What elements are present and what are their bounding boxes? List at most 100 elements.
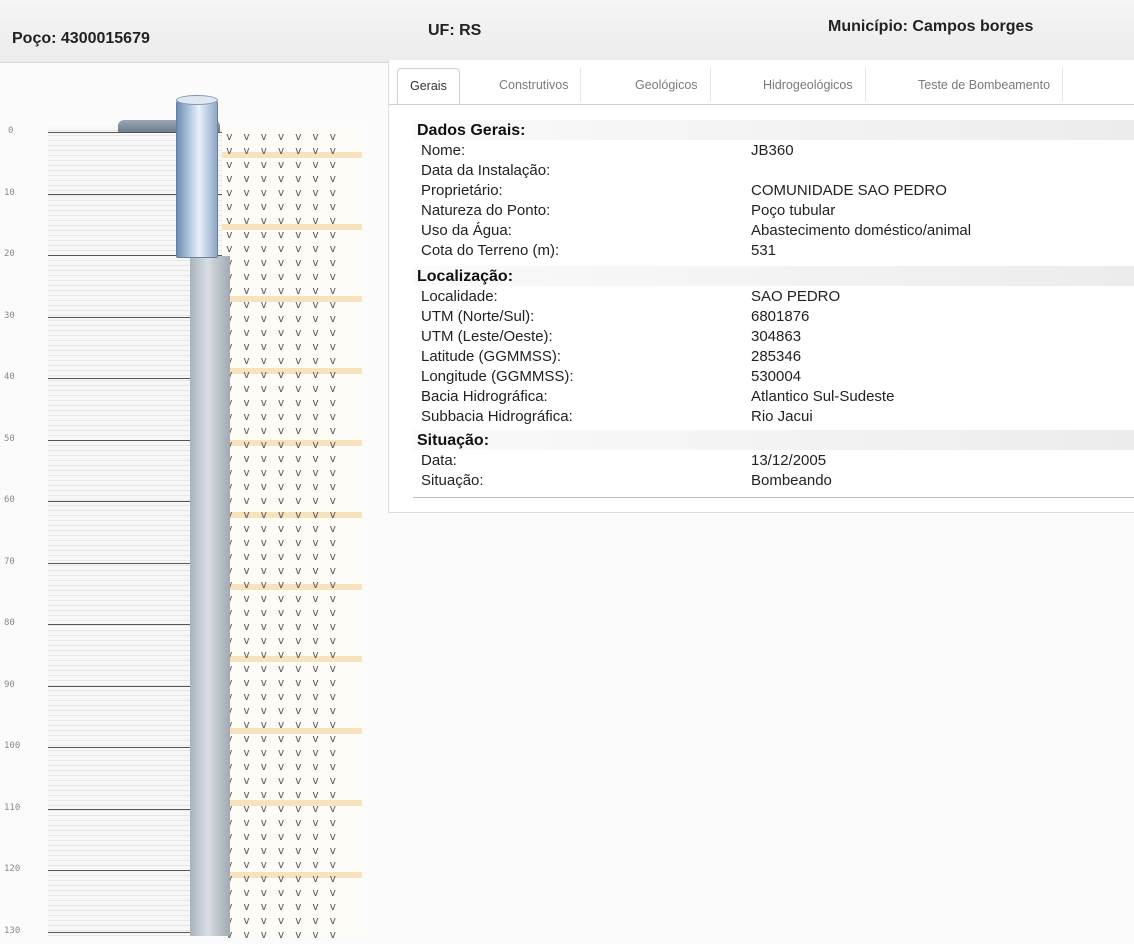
- depth-tick-label: 70: [4, 556, 15, 567]
- field-value: Poço tubular: [751, 202, 836, 219]
- lithology-pattern-row: v v v v v v v: [226, 326, 339, 339]
- lithology-pattern-row: v v v v v v v: [226, 746, 339, 759]
- tab-bar: Gerais Construtivos Geológicos Hidrogeol…: [389, 60, 1134, 105]
- tab-gerais[interactable]: Gerais: [397, 68, 460, 104]
- field-row: UTM (Leste/Oeste): 304863: [421, 328, 1121, 346]
- well-id: Poço: 4300015679: [12, 30, 150, 47]
- lithology-pattern-row: v v v v v v v: [226, 130, 339, 143]
- field-value: Atlantico Sul-Sudeste: [751, 388, 895, 405]
- field-label: Cota do Terreno (m):: [421, 242, 560, 259]
- section-bar: [413, 430, 1134, 450]
- field-label: Data:: [421, 452, 457, 469]
- lithology-pattern-row: v v v v v v v: [226, 676, 339, 689]
- lithology-pattern-row: v v v v v v v: [226, 186, 339, 199]
- field-label: Longitude (GGMMSS):: [421, 368, 574, 385]
- lithology-pattern-row: v v v v v v v: [226, 858, 339, 871]
- field-value: Abastecimento doméstico/animal: [751, 222, 972, 239]
- well-casing: [176, 98, 218, 258]
- field-label: Bacia Hidrográfica:: [421, 388, 548, 405]
- lithology-pattern-row: v v v v v v v: [226, 536, 339, 549]
- field-value: Rio Jacui: [751, 408, 813, 425]
- field-row: UTM (Norte/Sul): 6801876: [421, 308, 1121, 326]
- lithology-pattern-row: v v v v v v v: [226, 550, 339, 563]
- field-row: Bacia Hidrográfica: Atlantico Sul-Sudeste: [421, 388, 1121, 406]
- depth-tick-label: 100: [4, 741, 21, 751]
- tab-construtivos[interactable]: Construtivos: [487, 68, 582, 102]
- depth-tick-label: 10: [4, 187, 15, 198]
- tab-content-gerais: Dados Gerais: Nome: JB360 Data da Instalaç…: [389, 110, 1134, 510]
- lithology-pattern-row: v v v v v v v: [226, 872, 339, 885]
- lithology-pattern-row: v v v v v v v: [226, 886, 339, 899]
- lithology-pattern-row: v v v v v v v: [226, 648, 339, 661]
- field-label: Situação:: [421, 472, 484, 489]
- lithology-pattern-row: v v v v v v v: [226, 228, 339, 241]
- lithology-pattern-row: v v v v v v v: [226, 844, 339, 857]
- lithology-pattern-row: v v v v v v v: [226, 438, 339, 451]
- field-label: UTM (Norte/Sul):: [421, 308, 535, 325]
- field-row: Proprietário: COMUNIDADE SAO PEDRO: [421, 182, 1121, 200]
- depth-tick-label: 90: [4, 679, 15, 690]
- depth-tick-label: 80: [4, 618, 15, 628]
- field-row: Longitude (GGMMSS): 530004: [421, 368, 1121, 386]
- lithology-pattern-row: v v v v v v v: [226, 466, 339, 479]
- tab-teste-bombeamento[interactable]: Teste de Bombeamento: [906, 68, 1064, 102]
- lithology-pattern-row: v v v v v v v: [226, 606, 339, 619]
- field-value: 6801876: [751, 308, 810, 325]
- lithology-pattern-row: v v v v v v v: [226, 900, 339, 913]
- depth-tick-label: 110: [4, 802, 21, 813]
- field-row: Cota do Terreno (m): 531: [421, 242, 1121, 260]
- tab-hidrogeologicos[interactable]: Hidrogeológicos: [751, 68, 866, 102]
- field-value: Bombeando: [751, 472, 832, 489]
- lithology-pattern-row: v v v v v v v: [226, 774, 339, 787]
- lithology-pattern-row: v v v v v v v: [226, 816, 339, 829]
- depth-tick-label: 50: [4, 433, 15, 444]
- lithology-pattern-row: v v v v v v v: [226, 494, 339, 507]
- tab-geologicos[interactable]: Geológicos: [623, 68, 711, 102]
- field-value: 13/12/2005: [751, 452, 827, 469]
- lithology-column: v v v v v v vv v v v v v vv v v v v v vv…: [222, 126, 362, 941]
- field-label: Latitude (GGMMSS):: [421, 348, 562, 365]
- lithology-pattern-row: v v v v v v v: [226, 368, 339, 381]
- well-pipe: [190, 256, 230, 936]
- lithology-pattern-row: v v v v v v v: [226, 788, 339, 801]
- lithology-pattern-row: v v v v v v v: [226, 802, 339, 815]
- section-title-localizacao: Localização:: [417, 268, 514, 285]
- lithology-pattern-row: v v v v v v v: [226, 620, 339, 633]
- field-value: 304863: [751, 328, 802, 345]
- depth-tick-label: 120: [4, 864, 21, 874]
- depth-tick-label: 60: [4, 495, 15, 505]
- lithology-pattern-row: v v v v v v v: [226, 396, 339, 409]
- field-value: JB360: [751, 142, 794, 159]
- lithology-pattern-row: v v v v v v v: [226, 410, 339, 423]
- field-value: 530004: [751, 368, 802, 385]
- field-label: UTM (Leste/Oeste):: [421, 328, 553, 345]
- field-label: Uso da Água:: [421, 222, 512, 239]
- panel-divider: [413, 497, 1134, 498]
- lithology-pattern-row: v v v v v v v: [226, 732, 339, 745]
- field-label: Localidade:: [421, 288, 498, 305]
- lithology-pattern-row: v v v v v v v: [226, 634, 339, 647]
- state-label: UF: RS: [428, 22, 482, 39]
- field-row: Data da Instalação:: [421, 162, 1121, 180]
- field-row: Nome: JB360: [421, 142, 1121, 160]
- field-label: Data da Instalação:: [421, 162, 551, 179]
- depth-tick-label: 40: [4, 372, 15, 382]
- lithology-pattern-row: v v v v v v v: [226, 662, 339, 675]
- field-row: Data: 13/12/2005: [421, 452, 1121, 470]
- lithology-pattern-row: v v v v v v v: [226, 256, 339, 269]
- field-value: 285346: [751, 348, 802, 365]
- lithology-pattern-row: v v v v v v v: [226, 242, 339, 255]
- field-label: Natureza do Ponto:: [421, 202, 551, 219]
- depth-tick-label: 130: [4, 925, 21, 936]
- lithology-pattern-row: v v v v v v v: [226, 592, 339, 605]
- lithology-pattern-row: v v v v v v v: [226, 914, 339, 927]
- depth-tick-label: 0: [8, 126, 14, 136]
- well-profile-diagram: v v v v v v vv v v v v v vv v v v v v vv…: [0, 78, 380, 941]
- lithology-pattern-row: v v v v v v v: [226, 270, 339, 283]
- lithology-pattern-row: v v v v v v v: [226, 200, 339, 213]
- lithology-pattern-row: v v v v v v v: [226, 480, 339, 493]
- lithology-pattern-row: v v v v v v v: [226, 158, 339, 171]
- section-title-dados-gerais: Dados Gerais:: [417, 122, 526, 139]
- lithology-pattern-row: v v v v v v v: [226, 564, 339, 577]
- lithology-pattern-row: v v v v v v v: [226, 312, 339, 325]
